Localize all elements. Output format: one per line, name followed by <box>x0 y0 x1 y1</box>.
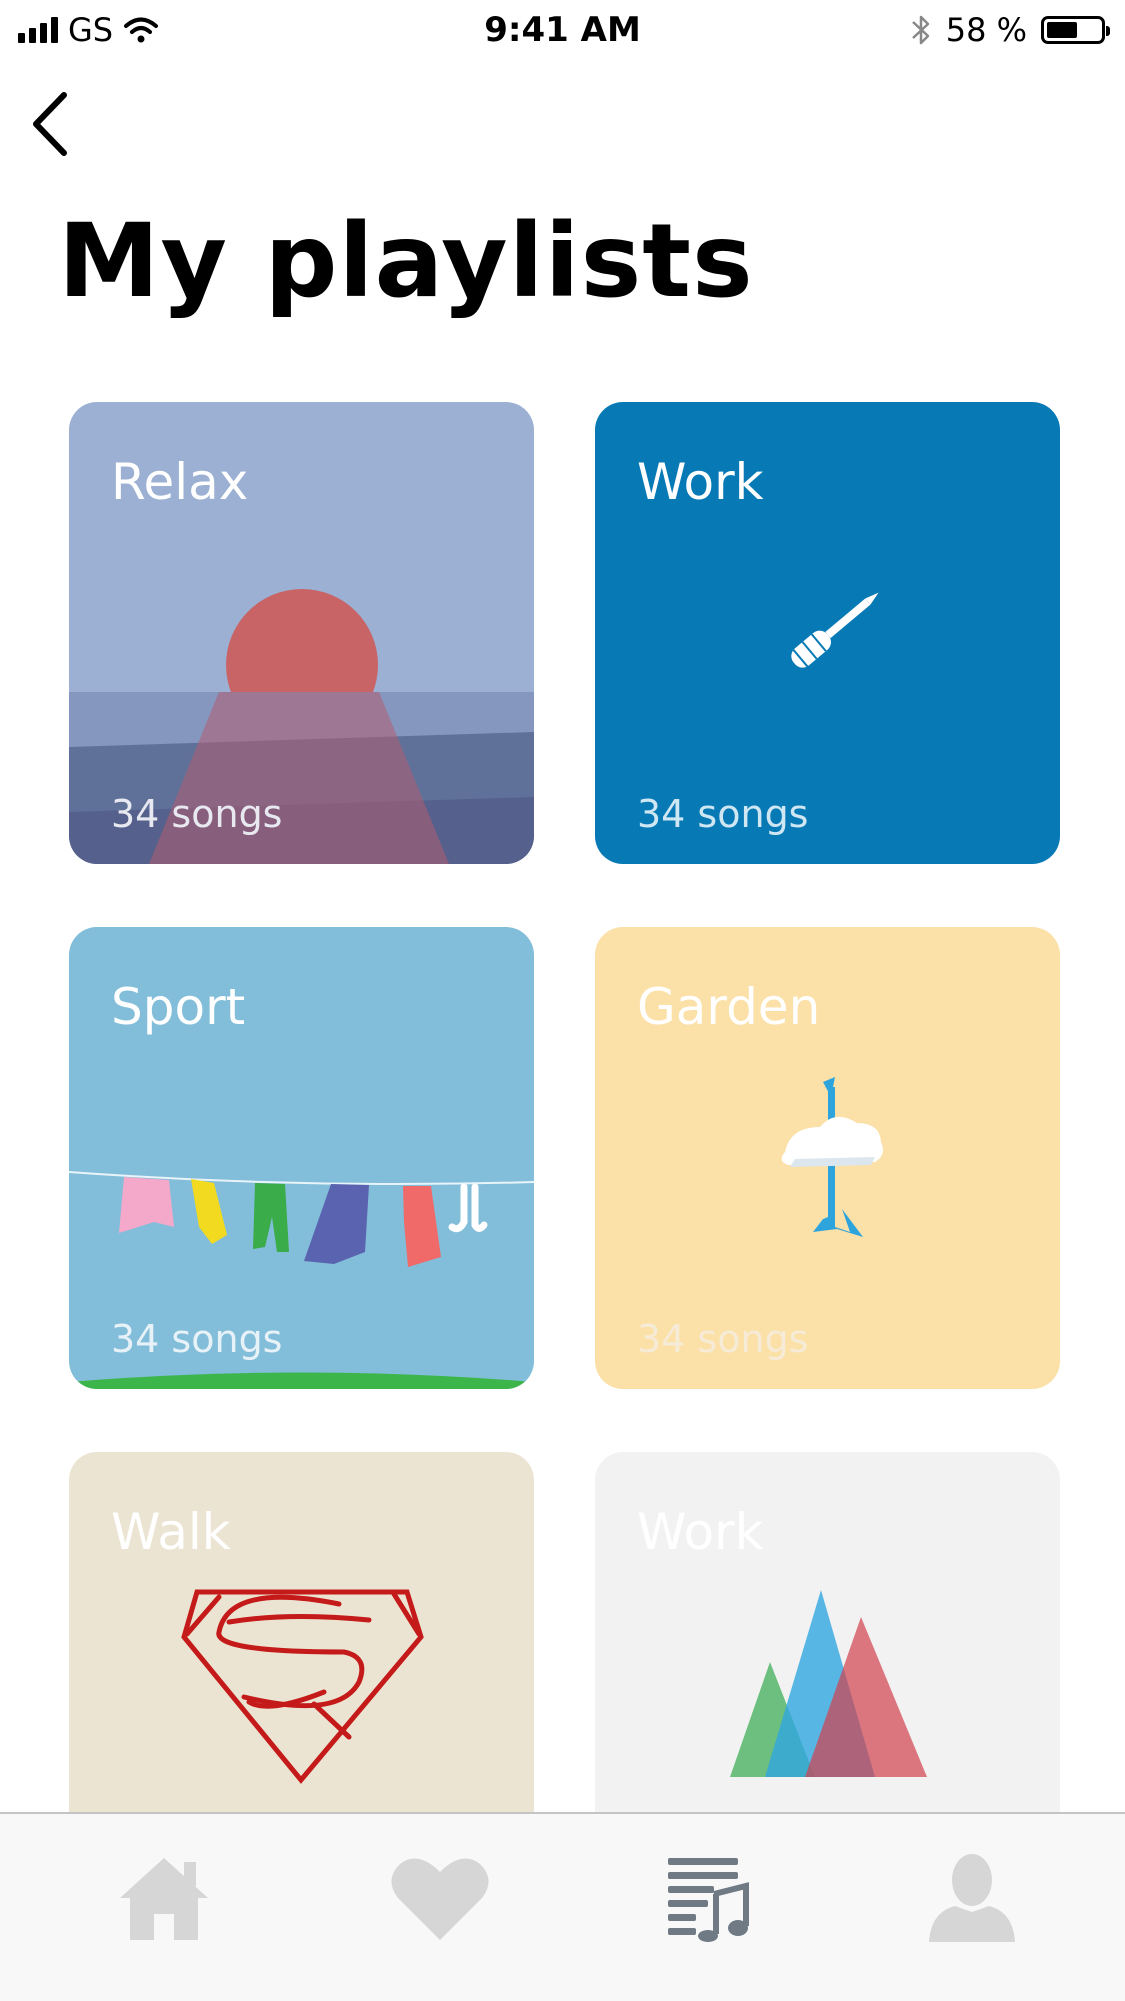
status-right: 58 % <box>910 10 1110 50</box>
tab-home[interactable] <box>104 1838 224 1958</box>
home-icon <box>120 1858 208 1940</box>
tab-profile[interactable] <box>912 1838 1032 1958</box>
battery-percent: 58 % <box>945 11 1027 49</box>
profile-icon <box>929 1854 1015 1942</box>
playlist-song-count: 34 songs <box>637 792 809 836</box>
playlist-card-sport[interactable]: Sport 34 songs <box>69 927 534 1389</box>
chevron-left-icon <box>33 92 67 156</box>
playlist-title: Garden <box>637 978 821 1036</box>
battery-fill <box>1047 22 1077 38</box>
playlist-song-count: 34 songs <box>111 1317 283 1361</box>
playlist-song-count: 34 songs <box>111 792 283 836</box>
tab-playlists[interactable] <box>648 1838 768 1958</box>
tab-bar <box>0 1812 1125 2001</box>
playlist-title: Work <box>637 453 764 511</box>
tab-favorites[interactable] <box>380 1838 500 1958</box>
heart-icon <box>391 1858 489 1940</box>
playlist-title: Sport <box>111 978 246 1036</box>
playlist-song-count: 34 songs <box>637 1317 809 1361</box>
battery-icon <box>1041 16 1110 44</box>
playlist-card-garden[interactable]: Garden 34 songs <box>595 927 1060 1389</box>
playlist-icon <box>668 1858 749 1942</box>
playlist-title: Relax <box>111 453 249 511</box>
back-button[interactable] <box>14 84 86 164</box>
playlist-title: Walk <box>111 1503 231 1561</box>
status-bar: GS 9:41 AM 58 % <box>0 0 1125 60</box>
playlist-title: Work <box>637 1503 764 1561</box>
bluetooth-icon <box>911 15 929 45</box>
page-title: My playlists <box>58 202 754 321</box>
playlist-card-work[interactable]: Work 34 songs <box>595 402 1060 864</box>
playlist-card-relax[interactable]: Relax 34 songs <box>69 402 534 864</box>
